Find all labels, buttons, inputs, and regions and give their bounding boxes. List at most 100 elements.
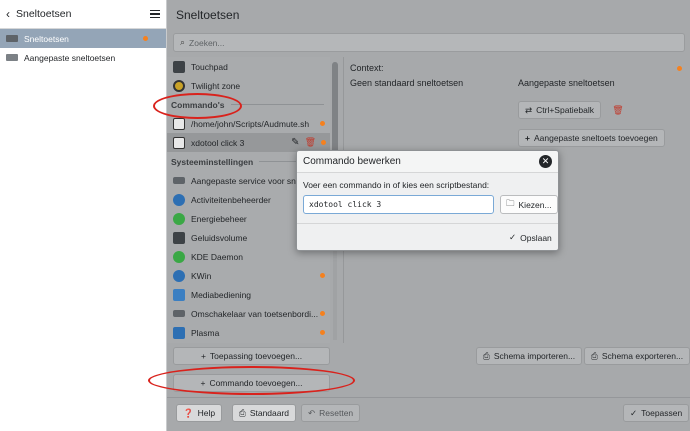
- list-item-label: xdotool click 3: [191, 137, 245, 148]
- list-item-touchpad[interactable]: Touchpad: [167, 57, 330, 76]
- plus-icon: +: [525, 133, 530, 143]
- modified-indicator: [677, 66, 682, 71]
- twilight-icon: [173, 79, 185, 92]
- footer-bar: ❓ Help ⎙ Standaard ↶ Resetten ✓ Toepasse…: [167, 397, 690, 431]
- list-item-twilight-zone[interactable]: Twilight zone: [167, 76, 330, 95]
- export-scheme-button[interactable]: ⎙ Schema exporteren...: [584, 347, 690, 365]
- close-icon[interactable]: ✕: [539, 155, 552, 168]
- row-actions: ✎ 🗑: [291, 137, 326, 148]
- check-icon: ✓: [509, 232, 517, 242]
- list-item-label: Omschakelaar van toetsenbordi...: [191, 308, 319, 319]
- sidebar-item-label: Aangepaste sneltoetsen: [24, 52, 116, 63]
- sidebar-item-aangepaste-sneltoetsen[interactable]: Aangepaste sneltoetsen: [0, 48, 166, 67]
- button-label: Toepassing toevoegen...: [209, 351, 303, 361]
- add-custom-shortcut-button[interactable]: + Aangepaste sneltoets toevoegen: [518, 129, 665, 147]
- sidebar-item-label: Sneltoetsen: [24, 33, 69, 44]
- keyboard-icon: [6, 35, 18, 42]
- choose-file-button[interactable]: 🗀 Kiezen...: [500, 195, 558, 214]
- list-item-system[interactable]: KWin: [167, 266, 330, 285]
- scrollbar-handle[interactable]: [332, 62, 338, 158]
- button-label: Opslaan: [520, 232, 552, 243]
- button-label: Kiezen...: [518, 199, 552, 210]
- list-item-command[interactable]: /home/john/Scripts/Audmute.sh: [167, 114, 330, 133]
- trash-icon[interactable]: 🗑: [305, 137, 316, 148]
- button-label: Help: [197, 408, 216, 418]
- list-item-label: Aangepaste service voor sne: [191, 175, 301, 186]
- hamburger-menu-icon[interactable]: [150, 9, 160, 19]
- terminal-icon: [173, 117, 185, 130]
- sidebar: ‹ Sneltoetsen Sneltoetsen Aangepaste sne…: [0, 0, 167, 431]
- list-item-system[interactable]: Mediabediening: [167, 285, 330, 304]
- import-scheme-button[interactable]: ⎙ Schema importeren...: [476, 347, 583, 365]
- document-icon: ⎙: [239, 407, 246, 418]
- shortcut-label: Ctrl+Spatiebalk: [536, 105, 595, 115]
- list-item-label: Touchpad: [191, 61, 228, 72]
- section-label: Systeeminstellingen: [171, 156, 254, 167]
- default-shortcuts-header: Geen standaard sneltoetsen: [350, 78, 464, 88]
- modified-indicator: [320, 273, 325, 278]
- check-icon: ✓: [630, 407, 638, 418]
- help-icon: ❓: [183, 407, 194, 418]
- document-icon: ⎙: [483, 350, 490, 361]
- modified-indicator: [320, 311, 325, 316]
- button-label: Resetten: [319, 408, 354, 418]
- modified-indicator: [321, 140, 326, 145]
- search-placeholder: Zoeken...: [189, 37, 225, 48]
- shortcut-button[interactable]: ⇄ Ctrl+Spatiebalk: [518, 101, 602, 119]
- dialog-prompt: Voer een commando in of kies een scriptb…: [303, 180, 490, 190]
- touchpad-icon: [173, 60, 185, 73]
- list-item-system[interactable]: Omschakelaar van toetsenbordi...: [167, 304, 330, 323]
- speaker-icon: [173, 231, 185, 244]
- modified-indicator: [143, 36, 148, 41]
- search-input[interactable]: ⌕ Zoeken...: [173, 33, 685, 52]
- button-label: Toepassen: [641, 408, 683, 418]
- list-actions: + Toepassing toevoegen... + Commando toe…: [167, 343, 690, 396]
- keyboard-icon: [173, 177, 185, 184]
- list-item-label: KWin: [191, 270, 212, 281]
- undo-icon: ↶: [308, 407, 316, 418]
- divider: [230, 104, 324, 105]
- activities-icon: [173, 193, 185, 206]
- sidebar-item-sneltoetsen[interactable]: Sneltoetsen: [0, 29, 166, 48]
- document-icon: ⎙: [591, 350, 598, 361]
- button-label: Schema exporteren...: [601, 351, 684, 361]
- dialog-header: Commando bewerken ✕: [297, 151, 558, 173]
- help-button[interactable]: ❓ Help: [176, 404, 223, 422]
- list-item-label: Activiteitenbeheerder: [191, 194, 271, 205]
- keyboard-layout-icon: [173, 310, 185, 317]
- save-button[interactable]: ✓ Opslaan: [504, 228, 557, 247]
- command-input[interactable]: xdotool click 3: [303, 195, 494, 214]
- modified-indicator: [320, 121, 325, 126]
- dialog-title: Commando bewerken: [303, 156, 401, 167]
- button-label: Standaard: [249, 408, 290, 418]
- edit-pencil-icon[interactable]: ✎: [291, 137, 299, 148]
- delete-shortcut-button[interactable]: 🗑: [610, 102, 626, 118]
- sidebar-header: ‹ Sneltoetsen: [0, 0, 166, 29]
- plus-icon: +: [200, 351, 206, 361]
- swap-arrows-icon: ⇄: [525, 104, 533, 115]
- add-command-button[interactable]: + Commando toevoegen...: [173, 374, 330, 392]
- list-item-label: Energiebeheer: [191, 213, 247, 224]
- add-custom-label: Aangepaste sneltoets toevoegen: [533, 133, 658, 143]
- keyboard-icon: [6, 54, 18, 61]
- page-title: Sneltoetsen: [176, 7, 240, 22]
- list-item-label: Twilight zone: [191, 80, 241, 91]
- apply-button[interactable]: ✓ Toepassen: [623, 404, 690, 422]
- add-application-button[interactable]: + Toepassing toevoegen...: [173, 347, 330, 365]
- list-item-label: /home/john/Scripts/Audmute.sh: [191, 118, 310, 129]
- section-label: Commando's: [171, 99, 225, 110]
- reset-button[interactable]: ↶ Resetten: [301, 404, 361, 422]
- list-item-label: KDE Daemon: [191, 251, 243, 262]
- back-arrow-icon[interactable]: ‹: [6, 7, 10, 21]
- folder-icon: 🗀: [506, 197, 515, 208]
- defaults-button[interactable]: ⎙ Standaard: [232, 404, 297, 422]
- sidebar-title: Sneltoetsen: [16, 8, 72, 20]
- list-item-label: Plasma: [191, 327, 220, 338]
- divider: [297, 223, 558, 224]
- media-player-icon: [173, 288, 185, 301]
- button-label: Schema importeren...: [493, 351, 576, 361]
- custom-shortcuts-header: Aangepaste sneltoetsen: [518, 78, 615, 88]
- kde-icon: [173, 250, 185, 263]
- terminal-icon: [173, 136, 185, 149]
- list-item-system[interactable]: Plasma: [167, 323, 330, 342]
